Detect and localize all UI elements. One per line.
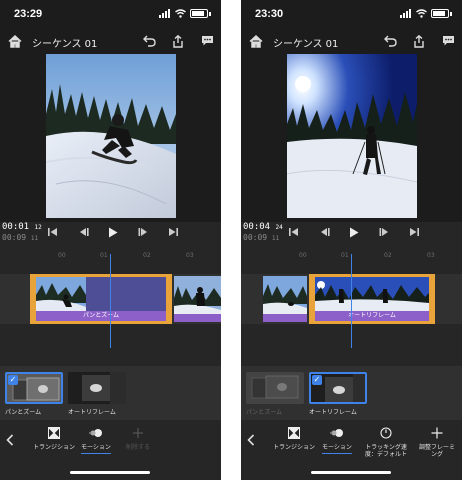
effect-label-auto-reframe: オートリフレーム bbox=[309, 409, 357, 416]
speedometer-icon bbox=[380, 427, 392, 439]
timeline-track[interactable]: パンとズーム bbox=[0, 254, 221, 364]
motion-icon bbox=[330, 429, 343, 437]
skip-end-icon[interactable] bbox=[409, 227, 419, 237]
playback-controls bbox=[48, 224, 178, 240]
tool-delete: 削除する bbox=[112, 426, 164, 451]
effect-label-auto-reframe: オートリフレーム bbox=[68, 409, 116, 416]
tool-tracking-speed[interactable]: トラッキング速度：デフォルト bbox=[360, 426, 412, 458]
effect-label-pan-zoom: パンとズーム bbox=[5, 409, 42, 416]
tool-label-transition: トランジション bbox=[32, 444, 75, 451]
back-chevron-icon[interactable] bbox=[6, 434, 14, 446]
tool-label-transition: トランジション bbox=[272, 444, 315, 451]
feedback-icon[interactable] bbox=[439, 32, 457, 50]
delete-icon bbox=[133, 428, 143, 438]
active-tab-indicator bbox=[81, 453, 111, 454]
feedback-icon[interactable] bbox=[198, 32, 216, 50]
signal-icon bbox=[400, 9, 411, 18]
bottom-toolbar: トランジション モーション トラッキング速度：デフォルト 調整フレーミング bbox=[241, 420, 462, 480]
battery-icon bbox=[190, 9, 208, 18]
home-indicator bbox=[311, 471, 391, 474]
timecode-total: 00:09 11 bbox=[243, 233, 280, 242]
playhead[interactable] bbox=[110, 254, 111, 348]
play-icon[interactable] bbox=[108, 227, 118, 238]
motion-icon bbox=[89, 429, 102, 437]
effect-thumb-auto-reframe[interactable]: ✓ bbox=[309, 372, 367, 404]
timeline-track[interactable]: オートリフレーム bbox=[241, 254, 462, 364]
timecode-current: 00:01 12 bbox=[2, 222, 42, 232]
status-time: 23:29 bbox=[14, 8, 43, 20]
skip-start-icon[interactable] bbox=[48, 227, 58, 237]
status-bar: 23:30 bbox=[241, 0, 462, 28]
left-screen: 23:29 シーケンス 01 00:01 12 00:09 11 00 01 0… bbox=[0, 0, 221, 480]
effect-thumb-pan-zoom[interactable] bbox=[246, 372, 304, 404]
tool-label-delete: 削除する bbox=[125, 444, 150, 451]
back-chevron-icon[interactable] bbox=[247, 434, 255, 446]
tool-label-motion: モーション bbox=[81, 444, 111, 451]
effect-label-pan-zoom: パンとズーム bbox=[246, 409, 283, 416]
home-icon[interactable] bbox=[247, 32, 265, 50]
timecode-total: 00:09 11 bbox=[2, 233, 39, 242]
checkmark-icon: ✓ bbox=[312, 375, 322, 385]
checkmark-icon: ✓ bbox=[8, 375, 18, 385]
effect-thumb-auto-reframe[interactable] bbox=[68, 372, 126, 404]
tool-adjust-framing[interactable]: 調整フレーミング bbox=[411, 426, 462, 458]
skip-end-icon[interactable] bbox=[168, 227, 178, 237]
sequence-title: シーケンス 01 bbox=[32, 39, 98, 50]
clip-effect-label: パンとズーム bbox=[36, 311, 166, 321]
preview-frame-skier bbox=[287, 54, 417, 218]
playhead[interactable] bbox=[351, 254, 352, 348]
status-bar: 23:29 bbox=[0, 0, 221, 28]
step-back-icon[interactable] bbox=[78, 227, 89, 237]
timecode-current: 00:04 24 bbox=[243, 222, 283, 232]
battery-icon bbox=[431, 9, 449, 18]
tool-label-adjust-framing: 調整フレーミング bbox=[418, 444, 455, 458]
wifi-icon bbox=[175, 9, 186, 18]
skip-start-icon[interactable] bbox=[289, 227, 299, 237]
previous-clip[interactable] bbox=[263, 276, 307, 322]
wifi-icon bbox=[416, 9, 427, 18]
signal-icon bbox=[159, 9, 170, 18]
transition-icon bbox=[288, 427, 300, 439]
bottom-toolbar: トランジション モーション 削除する bbox=[0, 420, 221, 480]
selected-clip[interactable]: オートリフレーム bbox=[309, 274, 435, 324]
active-tab-indicator bbox=[322, 453, 352, 454]
home-icon[interactable] bbox=[6, 32, 24, 50]
effects-panel: ✓ パンとズーム オートリフレーム bbox=[0, 366, 221, 420]
selected-clip[interactable]: パンとズーム bbox=[30, 274, 172, 324]
next-clip[interactable] bbox=[174, 276, 221, 322]
app-header: シーケンス 01 bbox=[241, 28, 462, 54]
step-back-icon[interactable] bbox=[319, 227, 330, 237]
tool-label-tracking-speed: トラッキング速度：デフォルト bbox=[364, 444, 407, 458]
effects-panel: ✓ パンとズーム オートリフレーム bbox=[241, 366, 462, 420]
share-icon[interactable] bbox=[410, 32, 428, 50]
app-header: シーケンス 01 bbox=[0, 28, 221, 54]
status-time: 23:30 bbox=[255, 8, 284, 20]
step-forward-icon[interactable] bbox=[379, 227, 390, 237]
playback-controls bbox=[289, 224, 419, 240]
transition-icon bbox=[48, 427, 60, 439]
status-icons bbox=[159, 9, 211, 18]
tool-motion[interactable]: モーション bbox=[311, 426, 363, 454]
video-preview[interactable] bbox=[241, 54, 462, 222]
preview-frame-snowboarder bbox=[46, 54, 176, 218]
play-icon[interactable] bbox=[349, 227, 359, 238]
undo-icon[interactable] bbox=[381, 32, 399, 50]
share-icon[interactable] bbox=[169, 32, 187, 50]
undo-icon[interactable] bbox=[140, 32, 158, 50]
sequence-title: シーケンス 01 bbox=[273, 39, 339, 50]
video-preview[interactable] bbox=[0, 54, 221, 222]
effect-thumb-pan-zoom[interactable]: ✓ bbox=[5, 372, 63, 404]
status-icons bbox=[400, 9, 452, 18]
home-indicator bbox=[70, 471, 150, 474]
tool-label-motion: モーション bbox=[322, 444, 352, 451]
move-arrows-icon bbox=[431, 427, 443, 439]
clip-effect-label: オートリフレーム bbox=[315, 311, 429, 321]
step-forward-icon[interactable] bbox=[138, 227, 149, 237]
right-screen: 23:30 シーケンス 01 00:04 24 00:09 11 00 01 0… bbox=[241, 0, 462, 480]
